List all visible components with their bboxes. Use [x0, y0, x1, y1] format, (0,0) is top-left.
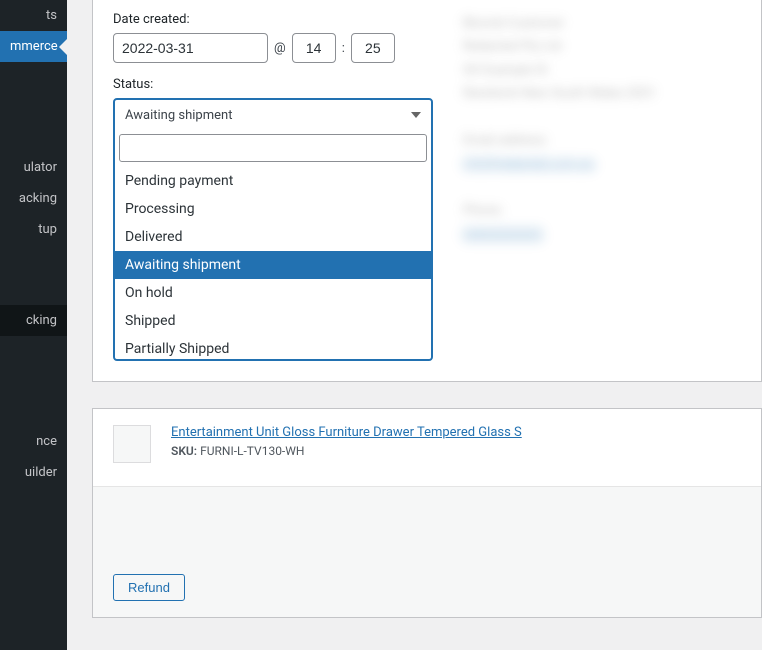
- billing-address-block: Blurred Customer Redacted Pty Ltd XX Exa…: [463, 12, 741, 361]
- status-select[interactable]: Awaiting shipment Pending payment Proces…: [113, 98, 433, 361]
- status-selected-text: Awaiting shipment: [125, 108, 232, 123]
- sku-value: FURNI-L-TV130-WH: [200, 444, 304, 458]
- sku-line: SKU: FURNI-L-TV130-WH: [171, 444, 741, 458]
- at-symbol: @: [274, 41, 286, 56]
- time-colon: :: [342, 41, 345, 56]
- sidebar-item-calculator[interactable]: ulator: [0, 152, 67, 183]
- refund-button[interactable]: Refund: [113, 574, 185, 601]
- sku-label: SKU:: [171, 444, 197, 458]
- product-thumbnail[interactable]: [113, 425, 151, 463]
- sidebar-item-tracking2[interactable]: cking: [0, 305, 67, 336]
- line-item-row: Entertainment Unit Gloss Furniture Drawe…: [93, 409, 761, 487]
- status-options-list[interactable]: Pending payment Processing Delivered Awa…: [115, 167, 431, 359]
- items-footer: Refund: [93, 487, 761, 617]
- date-input[interactable]: [113, 33, 268, 63]
- status-option-processing[interactable]: Processing: [115, 195, 431, 223]
- sidebar-item-tracking[interactable]: acking: [0, 183, 67, 214]
- sidebar-item-builder[interactable]: uilder: [0, 457, 67, 488]
- status-option-onhold[interactable]: On hold: [115, 279, 431, 307]
- status-select-display[interactable]: Awaiting shipment: [115, 100, 431, 130]
- admin-sidebar: ts mmerce ulator acking tup cking nce ui…: [0, 0, 67, 650]
- main-content: Date created: @ : Status: Awaiting shipm…: [67, 0, 762, 650]
- status-option-delivered[interactable]: Delivered: [115, 223, 431, 251]
- sidebar-item-woocommerce[interactable]: mmerce: [0, 31, 67, 62]
- date-created-label: Date created:: [113, 12, 433, 27]
- status-option-shipped[interactable]: Shipped: [115, 307, 431, 335]
- chevron-down-icon: [411, 112, 421, 118]
- order-details-panel: Date created: @ : Status: Awaiting shipm…: [92, 0, 762, 382]
- product-name-link[interactable]: Entertainment Unit Gloss Furniture Drawe…: [171, 425, 741, 440]
- status-option-pending[interactable]: Pending payment: [115, 167, 431, 195]
- sidebar-item-setup[interactable]: tup: [0, 214, 67, 245]
- status-option-awaiting[interactable]: Awaiting shipment: [115, 251, 431, 279]
- sidebar-item-appearance[interactable]: nce: [0, 426, 67, 457]
- order-items-panel: Entertainment Unit Gloss Furniture Drawe…: [92, 408, 762, 618]
- sidebar-item-posts[interactable]: ts: [0, 0, 67, 31]
- status-label: Status:: [113, 77, 433, 92]
- status-option-partial[interactable]: Partially Shipped: [115, 335, 431, 359]
- minute-input[interactable]: [351, 33, 395, 63]
- status-search-input[interactable]: [119, 134, 427, 162]
- hour-input[interactable]: [292, 33, 336, 63]
